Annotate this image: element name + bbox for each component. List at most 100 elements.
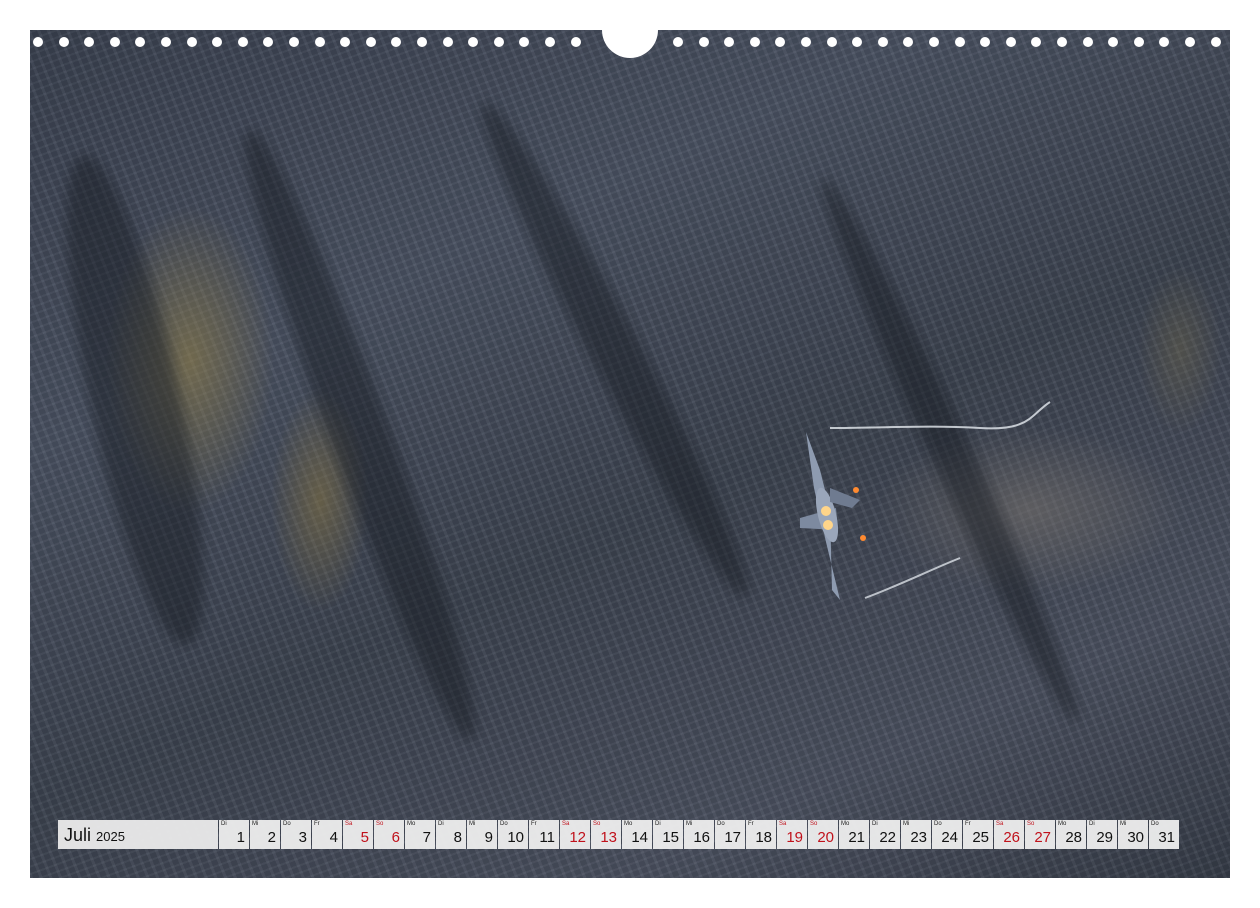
day-number: 8 [453, 829, 462, 846]
day-abbr: Sa [345, 821, 353, 827]
day-abbr: Fr [748, 821, 754, 827]
binding-hole [929, 37, 939, 47]
binding-hole [826, 37, 837, 47]
binding-hole [186, 37, 197, 47]
day-number: 28 [1065, 829, 1082, 846]
binding-hole [109, 37, 120, 47]
day-number: 12 [569, 829, 586, 846]
binding-hole [749, 37, 760, 47]
binding-hole [1133, 37, 1144, 47]
binding-hole [212, 37, 223, 47]
day-number: 23 [910, 829, 927, 846]
day-number: 25 [972, 829, 989, 846]
day-number: 3 [298, 829, 307, 846]
binding-hole [314, 37, 325, 47]
month-year: 2025 [96, 829, 125, 844]
binding-hole [801, 37, 811, 47]
binding-hole [673, 37, 683, 47]
day-cell: Do 17 [715, 820, 745, 849]
binding-hole [1108, 37, 1119, 47]
day-abbr: Do [717, 821, 725, 827]
day-number: 6 [391, 829, 400, 846]
day-cell: So 6 [374, 820, 404, 849]
day-cell: Do 10 [498, 820, 528, 849]
binding-hole [1057, 37, 1067, 47]
binding-hole [570, 37, 581, 47]
day-cell: Sa 26 [994, 820, 1024, 849]
binding-hole [161, 37, 171, 47]
binding-hole [1159, 37, 1170, 47]
day-cell: Do 3 [281, 820, 311, 849]
day-cell: Di 1 [219, 820, 249, 849]
day-cell: So 27 [1025, 820, 1055, 849]
day-abbr: Sa [996, 821, 1004, 827]
day-cell: Fr 25 [963, 820, 993, 849]
day-number: 11 [539, 829, 555, 846]
day-abbr: So [593, 821, 601, 827]
binding-hole [954, 37, 965, 47]
calendar-photo [30, 30, 1230, 878]
day-abbr: Mi [252, 821, 259, 827]
day-cell: Mi 23 [901, 820, 931, 849]
day-number: 1 [236, 829, 245, 846]
binding-hole [365, 37, 376, 47]
day-number: 2 [267, 829, 276, 846]
binding-hole [1031, 37, 1042, 47]
day-cell: Mi 2 [250, 820, 280, 849]
day-cell: Sa 5 [343, 820, 373, 849]
day-number: 4 [329, 829, 338, 846]
month-label: Juli 2025 [58, 820, 218, 849]
day-cell: Sa 12 [560, 820, 590, 849]
binding-hole [980, 37, 991, 47]
day-number: 18 [755, 829, 772, 846]
day-number: 5 [360, 829, 369, 846]
day-cell: Mo 7 [405, 820, 435, 849]
day-abbr: Do [934, 821, 942, 827]
day-number: 16 [693, 829, 710, 846]
day-number: 20 [817, 829, 834, 846]
day-cell: Sa 19 [777, 820, 807, 849]
day-number: 26 [1003, 829, 1020, 846]
day-abbr: Mi [903, 821, 910, 827]
binding-hole [58, 37, 69, 47]
day-abbr: Do [283, 821, 291, 827]
day-cell: Do 24 [932, 820, 962, 849]
binding-hole [519, 37, 530, 47]
day-abbr: Di [438, 821, 444, 827]
day-number: 15 [662, 829, 679, 846]
binding-hole [852, 37, 863, 47]
day-number: 31 [1158, 829, 1175, 846]
contrail-icon [829, 401, 1051, 599]
binding-hole [442, 37, 453, 47]
day-cell: Fr 11 [529, 820, 559, 849]
day-cell: So 13 [591, 820, 621, 849]
day-cell: Do 31 [1149, 820, 1179, 849]
jet-aircraft-scene [800, 401, 1051, 600]
binding-hole [903, 37, 914, 47]
binding-hole [417, 37, 427, 47]
binding-hole [545, 37, 555, 47]
day-abbr: So [1027, 821, 1035, 827]
binding-hole [1210, 37, 1221, 47]
day-cell: Fr 4 [312, 820, 342, 849]
day-abbr: Mi [686, 821, 693, 827]
binding-hole [493, 37, 504, 47]
day-abbr: Mi [1120, 821, 1127, 827]
day-abbr: Fr [531, 821, 537, 827]
day-cell: Mi 16 [684, 820, 714, 849]
binding-hole [263, 37, 274, 47]
binding-hole [724, 37, 735, 47]
day-cell: Fr 18 [746, 820, 776, 849]
day-abbr: Di [872, 821, 878, 827]
binding-hole [84, 37, 95, 47]
day-number: 17 [724, 829, 741, 846]
day-cell: Mo 14 [622, 820, 652, 849]
binding-hole [33, 37, 43, 47]
day-cell: Mi 9 [467, 820, 497, 849]
day-abbr: Di [655, 821, 661, 827]
binding-hole [1005, 37, 1016, 47]
binding-hole [289, 37, 299, 47]
day-abbr: Fr [314, 821, 320, 827]
binding-hole [237, 37, 248, 47]
day-number: 30 [1127, 829, 1144, 846]
